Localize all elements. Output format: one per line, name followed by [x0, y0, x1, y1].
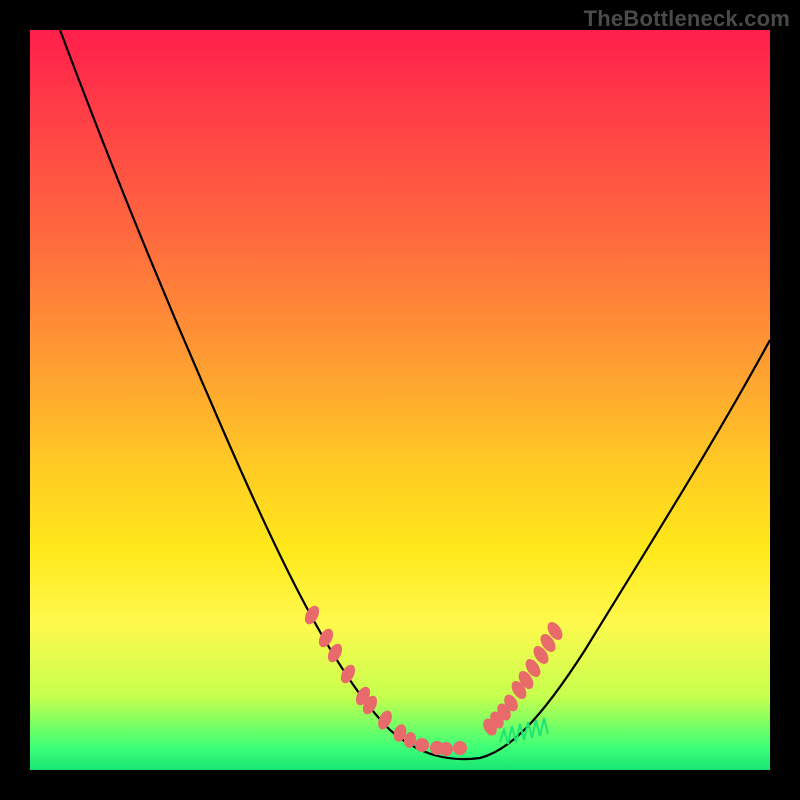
right-marker-cluster	[480, 619, 565, 737]
plot-area	[30, 30, 770, 770]
curve-path	[60, 30, 770, 759]
chart-frame: TheBottleneck.com	[0, 0, 800, 800]
watermark-text: TheBottleneck.com	[584, 6, 790, 32]
bottleneck-curve	[30, 30, 770, 770]
left-marker-cluster	[302, 603, 467, 756]
